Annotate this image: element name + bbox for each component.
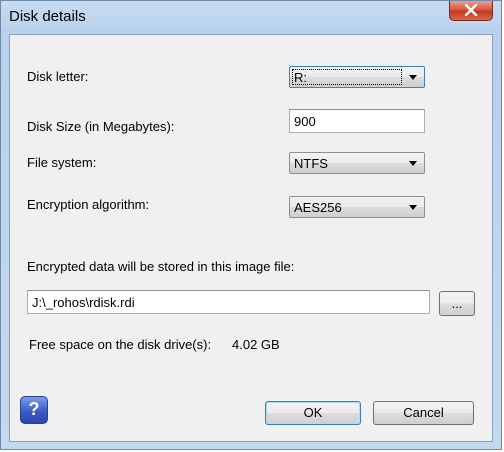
disk-letter-value: R: bbox=[294, 70, 307, 85]
image-file-input[interactable] bbox=[28, 291, 429, 313]
free-space-value: 4.02 GB bbox=[232, 337, 280, 352]
disk-size-field[interactable] bbox=[289, 109, 425, 133]
free-space-label: Free space on the disk drive(s): bbox=[29, 337, 212, 352]
disk-size-input[interactable] bbox=[290, 110, 424, 132]
title-bar: Disk details bbox=[1, 1, 501, 35]
help-button[interactable]: ? bbox=[20, 396, 48, 424]
file-system-select[interactable]: NTFS bbox=[289, 152, 425, 174]
disk-letter-select[interactable]: R: bbox=[289, 66, 425, 88]
ok-button[interactable]: OK bbox=[265, 401, 361, 425]
disk-letter-label: Disk letter: bbox=[27, 69, 89, 84]
browse-button[interactable]: ... bbox=[439, 291, 475, 316]
cancel-button[interactable]: Cancel bbox=[373, 401, 474, 425]
help-icon: ? bbox=[28, 399, 40, 419]
close-icon bbox=[464, 4, 478, 16]
encryption-value: AES256 bbox=[294, 200, 342, 215]
encryption-select[interactable]: AES256 bbox=[289, 196, 425, 218]
encryption-label: Encryption algorithm: bbox=[27, 197, 150, 212]
chevron-down-icon bbox=[409, 75, 417, 80]
image-file-field[interactable] bbox=[27, 290, 430, 314]
dialog-client: Disk letter: R: Disk Size (in Megabytes)… bbox=[9, 34, 493, 442]
chevron-down-icon bbox=[409, 161, 417, 166]
image-file-label: Encrypted data will be stored in this im… bbox=[27, 259, 295, 274]
dialog-window: Disk details Disk letter: R: Disk Size (… bbox=[0, 0, 502, 450]
chevron-down-icon bbox=[409, 205, 417, 210]
file-system-value: NTFS bbox=[294, 156, 328, 171]
window-title: Disk details bbox=[9, 8, 86, 25]
disk-size-label: Disk Size (in Megabytes): bbox=[27, 119, 175, 134]
close-button[interactable] bbox=[449, 1, 493, 21]
file-system-label: File system: bbox=[27, 155, 97, 170]
